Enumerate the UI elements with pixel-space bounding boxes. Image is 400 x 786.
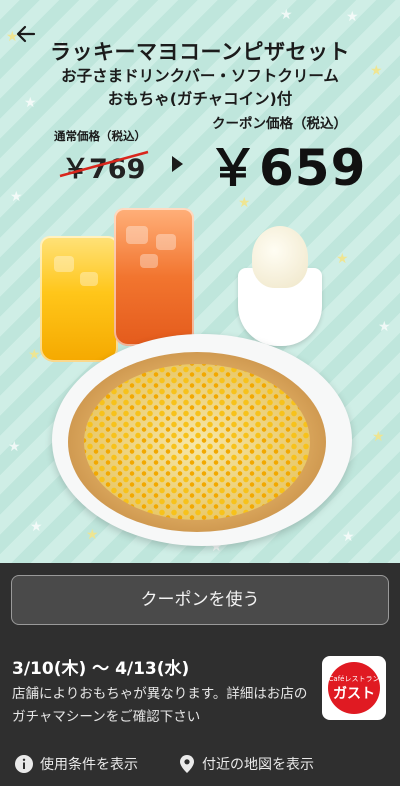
price-arrow-icon xyxy=(172,156,183,172)
star-decoration: ★ xyxy=(346,9,359,25)
star-decoration: ★ xyxy=(336,251,349,267)
strikethrough-line xyxy=(59,150,149,178)
coupon-subtitle-2: おもちゃ(ガチャコイン)付 xyxy=(107,90,293,108)
map-pin-icon xyxy=(180,755,194,773)
coupon-title: ラッキーマヨコーンピザセット xyxy=(50,40,350,64)
coupon-screen: ★ ★ ★ ★ ★ ★ ★ ★ ★ ★ ★ ★ ★ ★ ★ ★ ★ ラッキーマヨ… xyxy=(0,0,400,786)
star-decoration: ★ xyxy=(30,519,43,535)
terms-link[interactable]: 使用条件を表示 xyxy=(14,754,138,774)
regular-price-label: 通常価格（税込） xyxy=(54,129,146,143)
pizza-topping xyxy=(84,364,310,520)
orange-juice-image xyxy=(40,236,118,362)
gusto-logo: Caféレストラン ガスト xyxy=(322,656,386,720)
star-decoration: ★ xyxy=(342,529,355,545)
use-coupon-button[interactable]: クーポンを使う xyxy=(11,575,389,625)
star-decoration: ★ xyxy=(8,439,21,455)
star-decoration: ★ xyxy=(280,7,293,23)
star-decoration: ★ xyxy=(28,347,41,363)
star-decoration: ★ xyxy=(372,429,385,445)
info-icon xyxy=(15,755,33,773)
star-decoration: ★ xyxy=(378,319,391,335)
validity-dates: 3/10(木) 〜 4/13(水) xyxy=(12,659,190,679)
coupon-subtitle: お子さまドリンクバー・ソフトクリーム xyxy=(61,67,339,85)
soft-cream-image xyxy=(252,226,308,288)
nearby-map-link[interactable]: 付近の地図を表示 xyxy=(178,754,314,774)
nearby-map-link-label: 付近の地図を表示 xyxy=(202,757,314,773)
star-decoration: ★ xyxy=(86,527,99,543)
notice-text: 店舗によりおもちゃが異なります。詳細はお店のガチャマシーンをご確認下さい xyxy=(12,686,308,725)
logo-circle: Caféレストラン ガスト xyxy=(328,662,380,714)
coupon-image: ★ ★ ★ ★ ★ ★ ★ ★ ★ ★ ★ ★ ★ ★ ★ ★ ★ ラッキーマヨ… xyxy=(0,0,400,563)
logo-text: ガスト xyxy=(333,686,375,702)
terms-link-label: 使用条件を表示 xyxy=(40,757,138,773)
coupon-price: ￥659 xyxy=(208,139,367,197)
carrot-juice-image xyxy=(114,208,194,346)
star-decoration: ★ xyxy=(10,189,23,205)
